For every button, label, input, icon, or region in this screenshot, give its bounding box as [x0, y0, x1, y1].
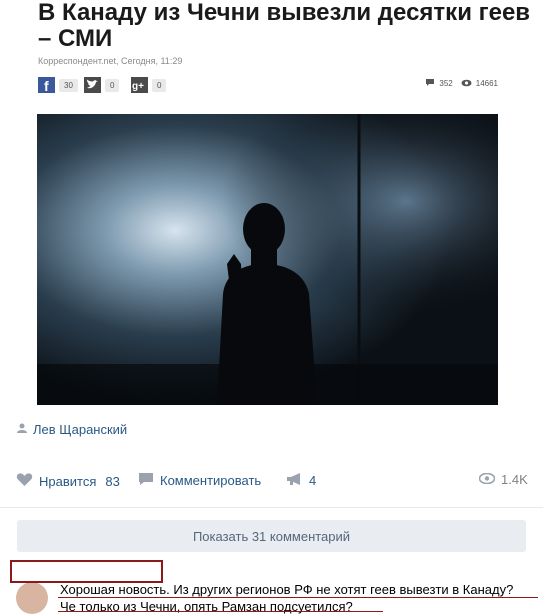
article-title: В Канаду из Чечни вывезли десятки геев –… [38, 0, 531, 52]
show-comments-button[interactable]: Показать 31 комментарий [17, 520, 526, 552]
twitter-count: 0 [105, 78, 120, 92]
divider [0, 507, 543, 508]
svg-text:g+: g+ [132, 81, 144, 92]
author-name: Лев Щаранский [33, 422, 128, 437]
twitter-share[interactable]: 0 [84, 77, 120, 93]
like-count: 83 [105, 473, 120, 489]
annotation-underline-2 [58, 611, 383, 612]
comment-text: Хорошая новость. Из других регионов РФ н… [60, 581, 530, 615]
repost-count: 4 [309, 473, 317, 488]
facebook-share[interactable]: f 30 [38, 77, 78, 93]
comment-label: Комментировать [160, 473, 262, 488]
comment-line-1: Хорошая новость. Из других регионов РФ н… [60, 582, 514, 597]
like-label: Нравится [39, 473, 97, 489]
eye-icon [461, 79, 472, 89]
views-count: 1.4K [501, 472, 528, 487]
comment-button[interactable]: Комментировать [138, 472, 261, 489]
google-plus-share[interactable]: g+ 0 [131, 77, 167, 93]
svg-text:f: f [44, 78, 49, 93]
views-count: 14661 [475, 79, 498, 88]
comment-bubble-icon [425, 78, 435, 89]
article-photo[interactable] [37, 114, 498, 405]
facebook-icon: f [38, 77, 55, 93]
google-plus-icon: g+ [131, 77, 148, 93]
google-plus-count: 0 [152, 78, 167, 92]
avatar[interactable] [16, 582, 48, 614]
article-meta: Корреспондент.net, Сегодня, 11:29 [38, 56, 183, 66]
annotation-box [10, 560, 163, 583]
article-stats: 352 14661 [425, 78, 498, 89]
eye-icon [478, 472, 496, 487]
repost-button[interactable]: 4 [286, 472, 316, 489]
twitter-icon [84, 77, 101, 93]
comment-icon [138, 472, 154, 489]
megaphone-icon [286, 472, 303, 489]
comment-line-2: Че только из Чечни, опять Рамзан подсует… [60, 599, 353, 614]
user-icon [17, 422, 27, 437]
post-actions: Нравится 83 Комментировать 4 1.4K [16, 472, 528, 490]
comments-count: 352 [439, 79, 453, 88]
annotation-underline-1 [58, 597, 538, 598]
heart-icon [16, 472, 33, 490]
facebook-count: 30 [59, 78, 78, 92]
views-indicator: 1.4K [478, 472, 528, 487]
like-button[interactable]: Нравится 83 [16, 472, 120, 490]
post-author[interactable]: Лев Щаранский [17, 422, 127, 437]
